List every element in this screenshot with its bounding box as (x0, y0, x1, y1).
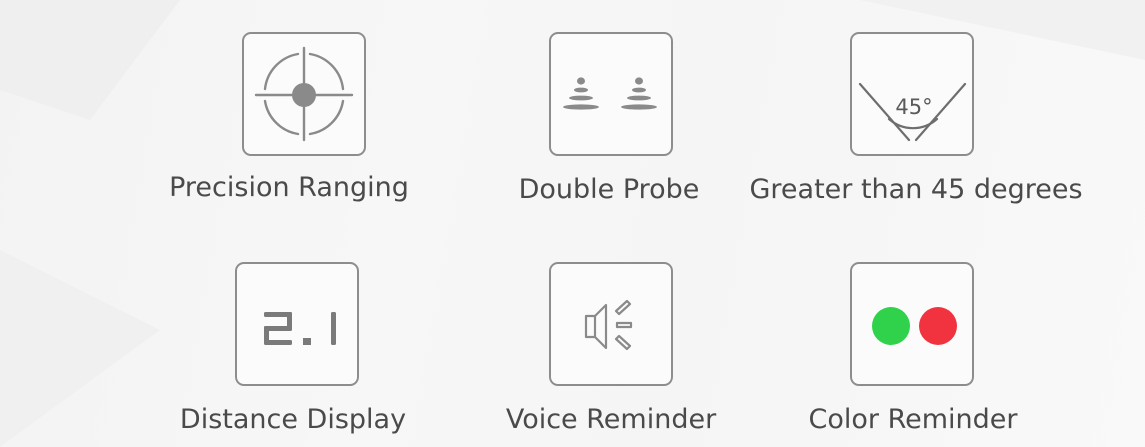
digital-display-icon (264, 312, 336, 345)
voice-reminder-tile (549, 262, 673, 386)
distance-display-tile (235, 262, 359, 386)
feature-label: Precision Ranging (169, 172, 409, 203)
double-probe-tile (549, 32, 673, 156)
feature-label: Voice Reminder (505, 404, 717, 435)
color-dots-icon (872, 307, 957, 345)
speaker-icon (584, 299, 633, 351)
feature-label: Distance Display (179, 404, 407, 435)
crosshair-icon (254, 46, 354, 142)
red-dot (919, 307, 957, 345)
green-dot (872, 307, 910, 345)
angle-45-tile: 45° (850, 32, 974, 156)
angle-value: 45° (895, 95, 932, 119)
angle-45-icon: 45° (858, 82, 967, 142)
feature-label: Greater than 45 degrees (749, 174, 1083, 205)
color-reminder-tile (850, 262, 974, 386)
precision-ranging-tile (242, 32, 366, 156)
double-probe-icon (563, 77, 657, 110)
feature-label: Double Probe (518, 174, 700, 205)
feature-label: Color Reminder (808, 404, 1018, 435)
